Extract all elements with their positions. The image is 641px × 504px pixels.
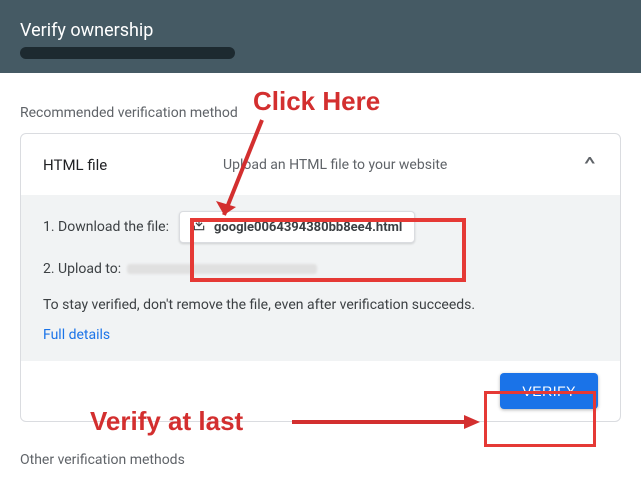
upload-url-redacted: [127, 264, 317, 274]
method-description: Upload an HTML file to your website: [223, 157, 582, 173]
recommended-method-label: Recommended verification method: [20, 105, 621, 121]
download-file-button[interactable]: google0064394380bb8ee4.html: [179, 211, 415, 243]
step-2-label: 2. Upload to:: [43, 261, 121, 277]
full-details-link[interactable]: Full details: [43, 327, 598, 343]
page-title: Verify ownership: [20, 20, 621, 41]
card-footer: VERIFY: [21, 361, 620, 421]
method-name: HTML file: [43, 156, 223, 174]
verification-method-card: HTML file Upload an HTML file to your we…: [20, 133, 621, 422]
download-filename: google0064394380bb8ee4.html: [214, 220, 402, 235]
verification-note: To stay verified, don't remove the file,…: [43, 297, 598, 313]
card-body: 1. Download the file: google0064394380bb…: [21, 195, 620, 361]
verify-button[interactable]: VERIFY: [500, 373, 598, 409]
other-methods-label: Other verification methods: [20, 452, 621, 468]
step-1: 1. Download the file: google0064394380bb…: [43, 213, 598, 241]
step-1-label: 1. Download the file:: [43, 219, 169, 235]
chevron-up-icon[interactable]: ^: [578, 150, 603, 179]
step-2: 2. Upload to:: [43, 255, 598, 283]
header-subtitle-redacted: [20, 47, 235, 59]
card-header[interactable]: HTML file Upload an HTML file to your we…: [21, 134, 620, 195]
header: Verify ownership: [0, 0, 641, 73]
content-area: Recommended verification method HTML fil…: [0, 73, 641, 500]
download-icon: [192, 218, 206, 236]
